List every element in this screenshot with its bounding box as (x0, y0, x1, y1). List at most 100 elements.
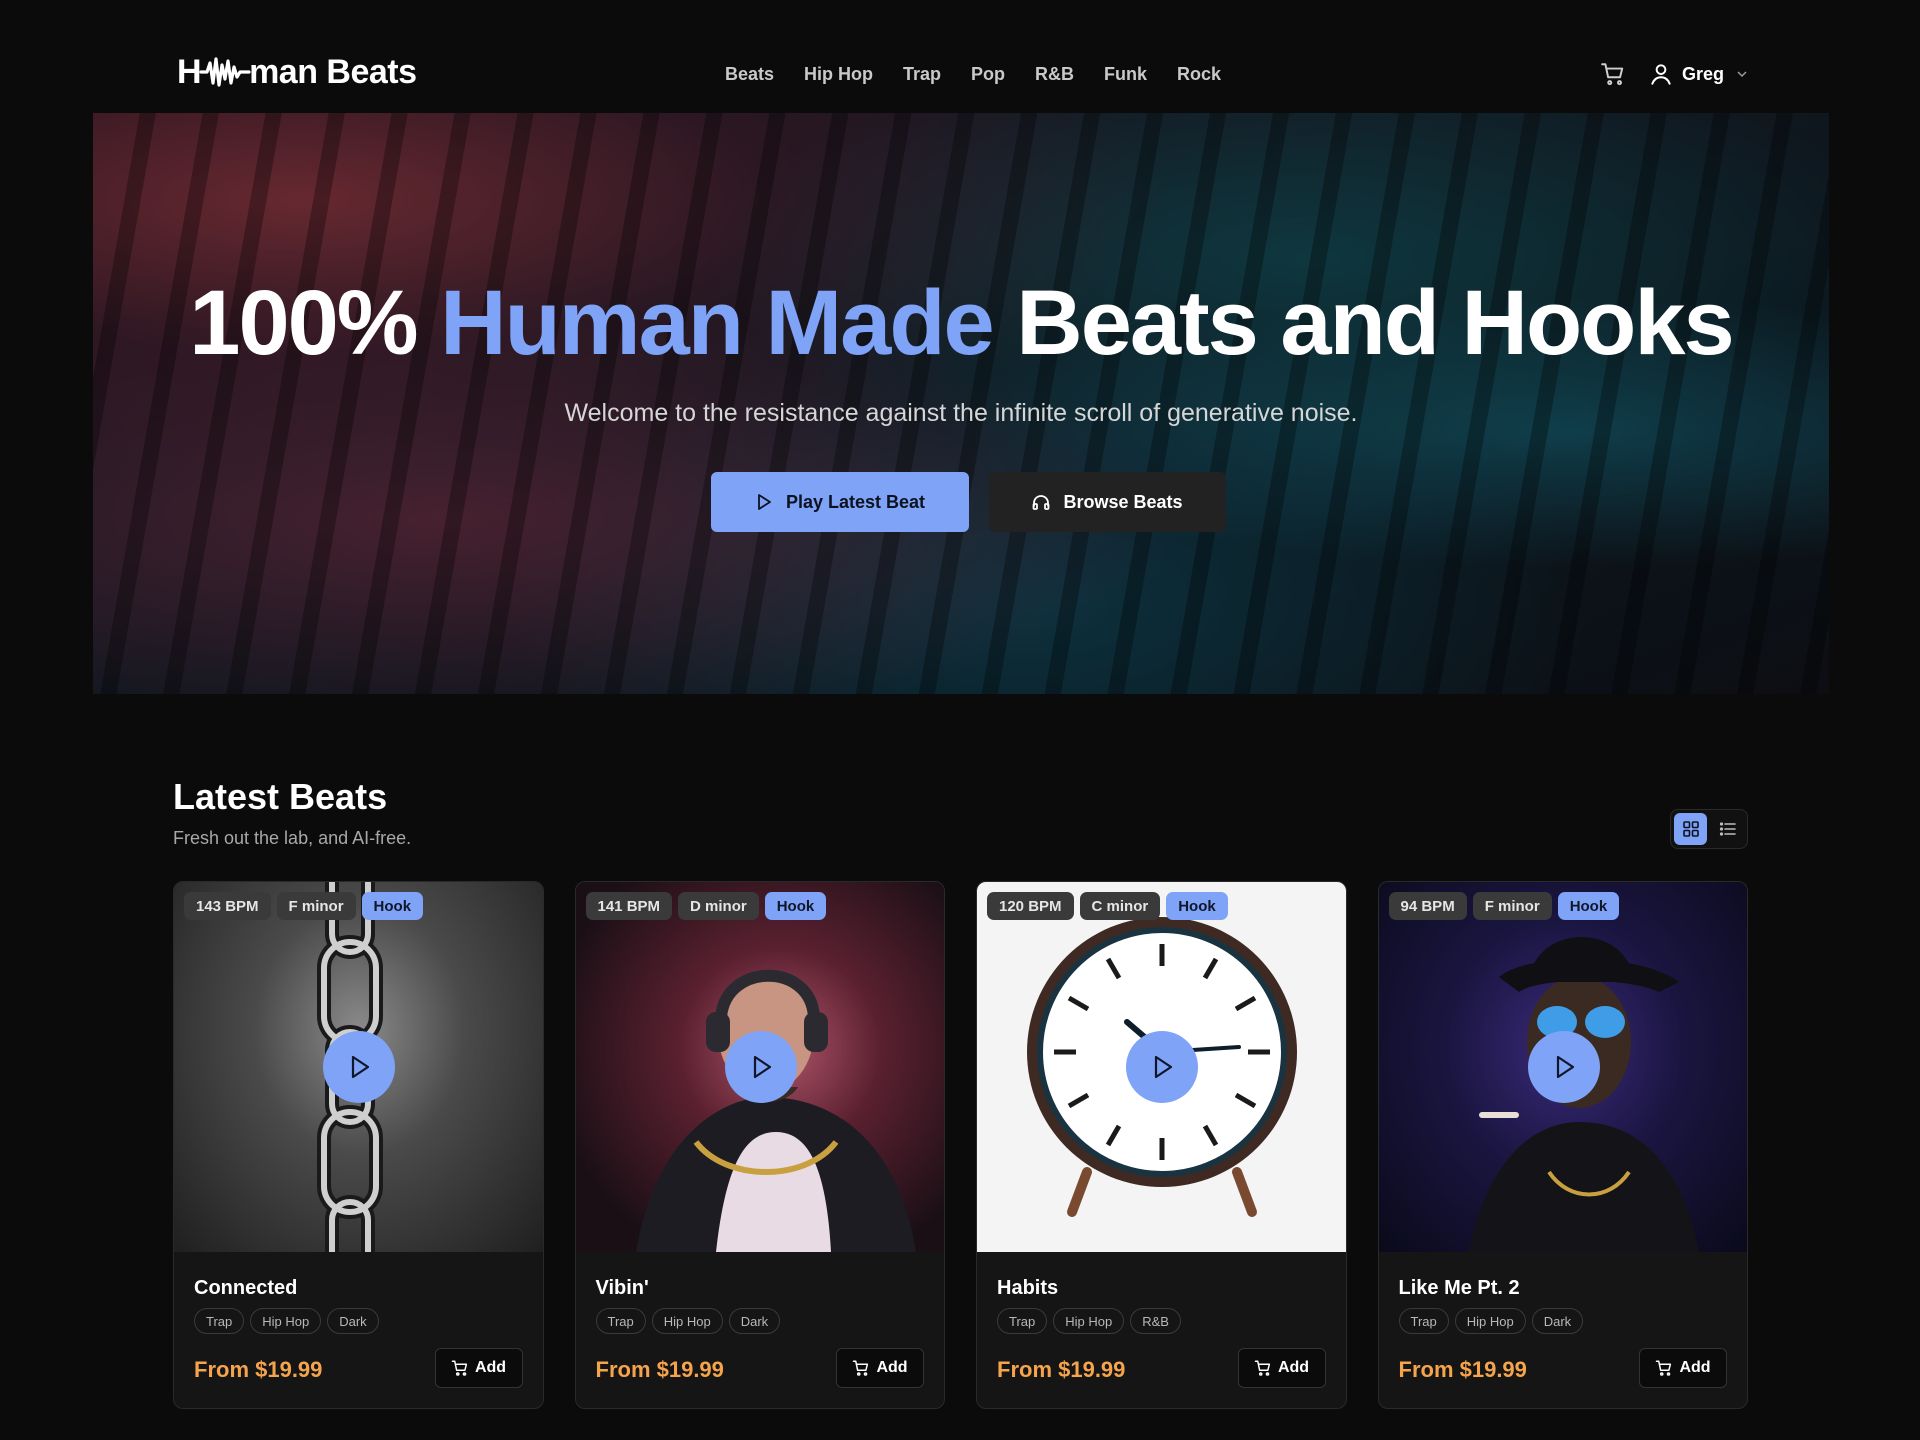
beat-price: From $19.99 (1398, 1357, 1527, 1382)
brand-logo[interactable]: H man Beats (177, 52, 417, 92)
hook-badge: Hook (1166, 892, 1228, 920)
bpm-badge: 94 BPM (1388, 892, 1467, 920)
hook-badge: Hook (764, 892, 827, 920)
beat-badges: 141 BPM D minor Hook (585, 892, 827, 920)
beat-title[interactable]: Connected (194, 1277, 297, 1300)
site-header: H man Beats Beats Hip Hop Trap Pop R&B F… (0, 0, 1920, 113)
genre-tag[interactable]: Hip Hop (651, 1308, 723, 1334)
hero-title: 100% Human Made Beats and Hooks (93, 271, 1829, 376)
grid-view-button[interactable] (1674, 813, 1707, 845)
play-button[interactable] (1527, 1031, 1600, 1103)
add-label: Add (1277, 1359, 1310, 1376)
nav-funk[interactable]: Funk (1104, 64, 1147, 85)
beat-title[interactable]: Like Me Pt. 2 (1399, 1277, 1520, 1300)
bpm-badge: 143 BPM (184, 892, 271, 920)
play-icon (758, 494, 771, 510)
nav-pop[interactable]: Pop (971, 64, 1005, 85)
hero-subtitle: Welcome to the resistance against the in… (564, 399, 1358, 427)
key-badge: D minor (678, 892, 759, 920)
nav-rnb[interactable]: R&B (1035, 64, 1074, 85)
beat-title[interactable]: Habits (997, 1277, 1058, 1300)
genre-tag[interactable]: Trap (194, 1308, 245, 1334)
genre-tags: Trap Hip Hop Dark (1398, 1308, 1584, 1334)
logo-suffix: man Beats (249, 52, 417, 91)
chevron-down-icon (1737, 71, 1747, 78)
latest-beats-title: Latest Beats (173, 776, 388, 817)
genre-tags: Trap Hip Hop Dark (194, 1308, 379, 1334)
bpm-badge: 120 BPM (987, 892, 1074, 920)
genre-tag[interactable]: Hip Hop (1454, 1308, 1526, 1334)
play-icon (1154, 1055, 1173, 1079)
genre-tags: Trap Hip Hop Dark (595, 1308, 781, 1334)
play-icon (753, 1055, 771, 1079)
genre-tags: Trap Hip Hop R&B (997, 1308, 1181, 1334)
play-button[interactable] (724, 1031, 797, 1103)
genre-tag[interactable]: Hip Hop (250, 1308, 322, 1334)
hero-banner: 100% Human Made Beats and Hooks Welcome … (93, 113, 1829, 694)
genre-tag[interactable]: Dark (327, 1308, 379, 1334)
browse-beats-button[interactable]: Browse Beats (988, 472, 1226, 532)
add-to-cart-button[interactable]: Add (1639, 1348, 1727, 1388)
play-icon (351, 1055, 370, 1079)
add-to-cart-button[interactable]: Add (1237, 1348, 1326, 1388)
add-label: Add (876, 1359, 908, 1376)
key-badge: C minor (1079, 892, 1161, 920)
add-label: Add (474, 1359, 507, 1376)
cart-icon (1656, 1360, 1672, 1376)
hero-title-trail: Beats and Hooks (1016, 272, 1734, 374)
beat-card[interactable]: 94 BPM F minor Hook Like Me Pt. 2 Trap H… (1377, 881, 1748, 1409)
genre-tag[interactable]: Dark (728, 1308, 781, 1334)
play-icon (1556, 1055, 1574, 1079)
hook-badge: Hook (1557, 892, 1620, 920)
latest-beats-subtitle: Fresh out the lab, and AI-free. (173, 828, 412, 848)
cart-icon (451, 1360, 468, 1376)
logo-prefix: H (177, 52, 202, 91)
user-name: Greg (1681, 63, 1724, 84)
bpm-badge: 141 BPM (585, 892, 673, 920)
genre-tag[interactable]: Hip Hop (1053, 1308, 1125, 1334)
nav-beats[interactable]: Beats (725, 64, 774, 85)
cart-icon (1254, 1360, 1271, 1376)
key-badge: F minor (1472, 892, 1552, 920)
play-latest-beat-button[interactable]: Play Latest Beat (710, 472, 969, 532)
cart-icon[interactable] (1600, 61, 1626, 87)
genre-tag[interactable]: Trap (997, 1308, 1048, 1334)
beat-card[interactable]: 141 BPM D minor Hook Vibin' Trap Hip Hop… (574, 881, 945, 1409)
beat-title[interactable]: Vibin' (596, 1277, 649, 1300)
user-menu[interactable]: Greg (1648, 61, 1748, 87)
waveform-icon (199, 57, 251, 87)
beat-badges: 143 BPM F minor Hook (184, 892, 424, 920)
nav-hip-hop[interactable]: Hip Hop (804, 64, 873, 85)
beat-price: From $19.99 (997, 1357, 1126, 1382)
hero-title-lead: 100% (189, 272, 418, 374)
genre-tag[interactable]: Trap (595, 1308, 646, 1334)
list-icon (1719, 822, 1736, 836)
list-view-button[interactable] (1711, 813, 1744, 845)
genre-tag[interactable]: Dark (1531, 1308, 1584, 1334)
genre-tag[interactable]: R&B (1130, 1308, 1181, 1334)
beat-badges: 120 BPM C minor Hook (987, 892, 1228, 920)
hook-badge: Hook (361, 892, 424, 920)
genre-tag[interactable]: Trap (1398, 1308, 1449, 1334)
main-nav: Beats Hip Hop Trap Pop R&B Funk Rock (725, 58, 1221, 90)
beat-card[interactable]: 143 BPM F minor Hook Connected Trap Hip … (173, 881, 544, 1409)
beat-price: From $19.99 (194, 1357, 323, 1382)
nav-rock[interactable]: Rock (1177, 64, 1221, 85)
headphones-icon (1033, 495, 1050, 510)
beats-grid: 143 BPM F minor Hook Connected Trap Hip … (173, 881, 1748, 1409)
beat-badges: 94 BPM F minor Hook (1388, 892, 1620, 920)
add-to-cart-button[interactable]: Add (434, 1348, 523, 1388)
cart-icon (853, 1360, 869, 1376)
nav-trap[interactable]: Trap (903, 64, 941, 85)
play-latest-beat-label: Play Latest Beat (785, 491, 926, 512)
key-badge: F minor (276, 892, 356, 920)
header-actions: Greg (1600, 56, 1748, 92)
browse-beats-label: Browse Beats (1063, 491, 1183, 512)
user-icon (1651, 64, 1671, 85)
play-button[interactable] (1126, 1031, 1198, 1103)
play-button[interactable] (323, 1031, 395, 1103)
grid-icon (1682, 821, 1699, 837)
add-to-cart-button[interactable]: Add (836, 1348, 924, 1388)
beat-card[interactable]: 120 BPM C minor Hook Habits Trap Hip Hop… (976, 881, 1347, 1409)
add-label: Add (1679, 1359, 1711, 1376)
